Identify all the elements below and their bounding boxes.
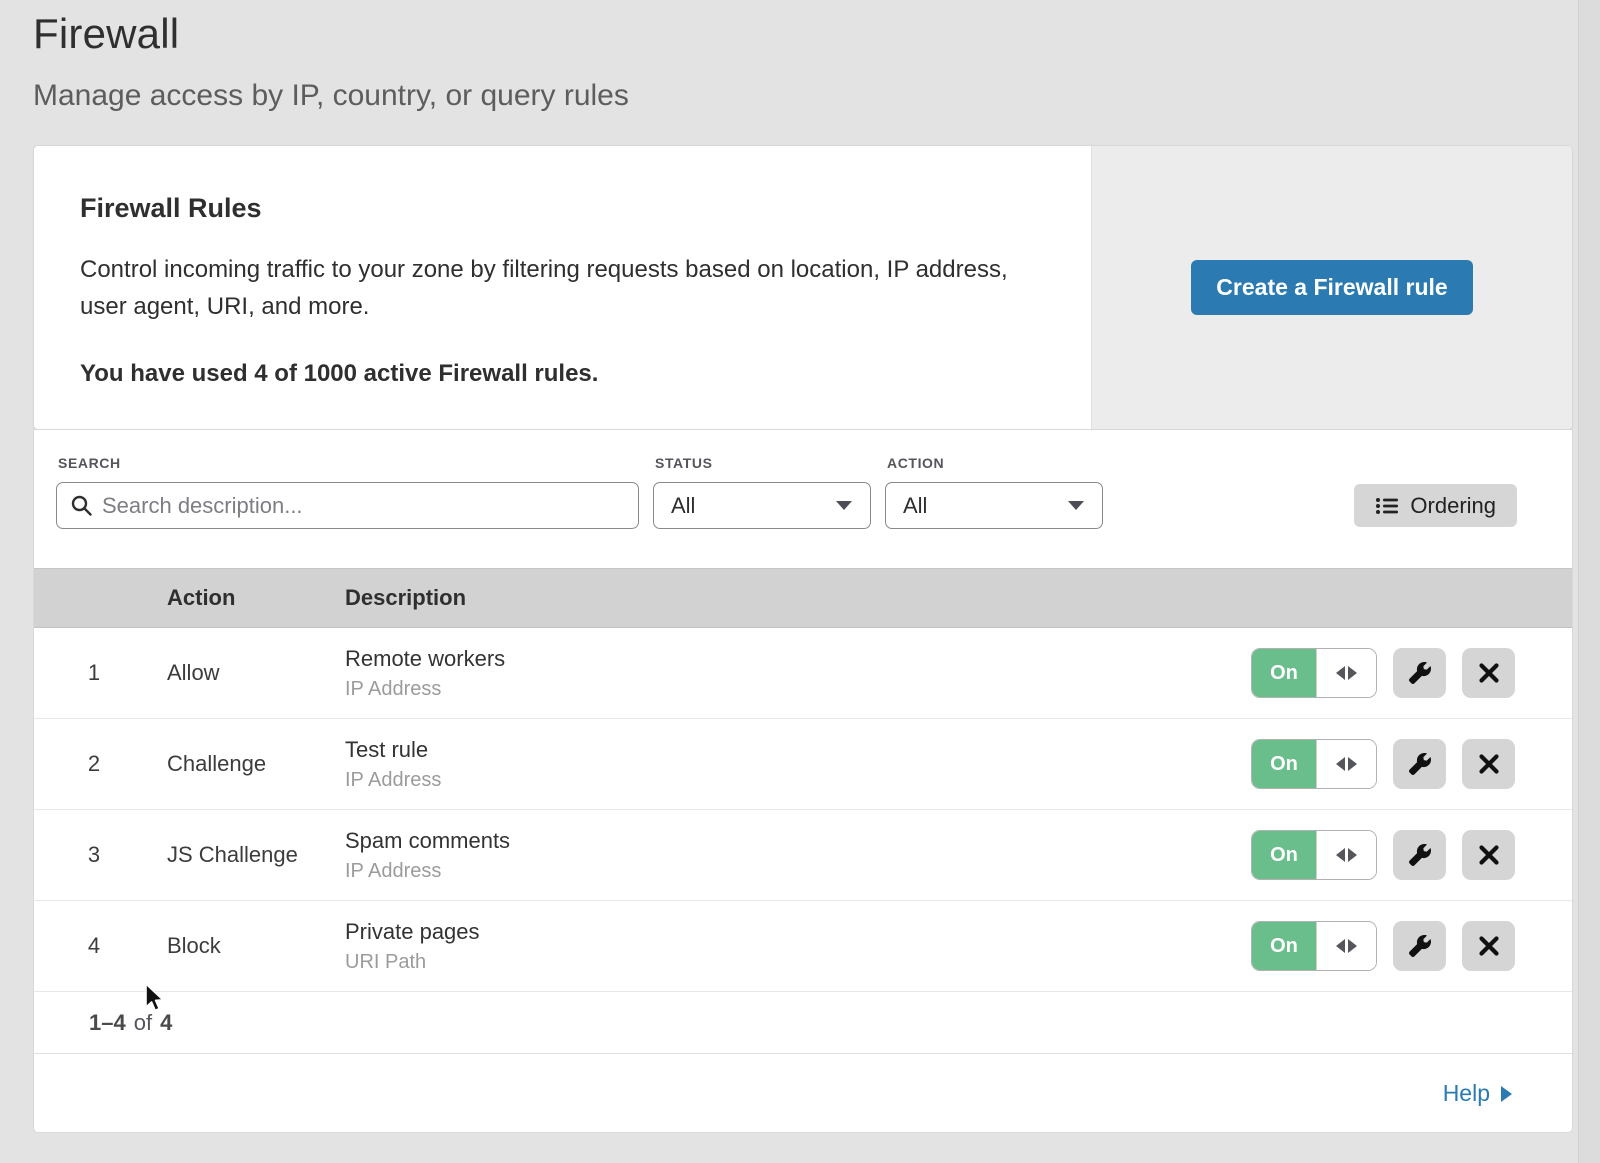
rule-action: JS Challenge (154, 842, 332, 868)
overview-text-panel: Firewall Rules Control incoming traffic … (34, 146, 1091, 429)
action-label: ACTION (887, 455, 1103, 471)
rule-description: Private pages (345, 919, 1251, 945)
ordering-button[interactable]: Ordering (1354, 484, 1517, 527)
page-header: Firewall Manage access by IP, country, o… (0, 0, 1600, 115)
rule-match-type: IP Address (345, 769, 1251, 792)
firewall-rules-list-card: SEARCH STATUS All (33, 429, 1573, 1133)
ordering-button-label: Ordering (1410, 493, 1496, 519)
rules-usage-text: You have used 4 of 1000 active Firewall … (80, 360, 1045, 388)
help-link-label: Help (1443, 1080, 1490, 1107)
rules-table-body: 1 Allow Remote workers IP Address On (34, 628, 1572, 992)
toggle-arrows-icon (1316, 831, 1376, 879)
delete-rule-button[interactable] (1462, 921, 1515, 971)
wrench-icon (1409, 753, 1431, 775)
list-ordering-icon (1375, 496, 1399, 516)
rule-priority: 2 (34, 751, 154, 777)
delete-rule-button[interactable] (1462, 648, 1515, 698)
search-icon (70, 494, 93, 522)
page-title: Firewall (33, 8, 1600, 60)
close-icon (1479, 663, 1499, 683)
rule-description-cell: Test rule IP Address (332, 737, 1251, 792)
action-column-header: Action (154, 585, 332, 611)
toggle-on-label: On (1252, 922, 1316, 970)
action-select[interactable]: All (885, 482, 1103, 529)
window-edge (1578, 0, 1600, 1163)
toggle-arrows-icon (1316, 649, 1376, 697)
search-filter-group: SEARCH (56, 455, 639, 529)
pagination-row: 1–4 of 4 (34, 992, 1572, 1054)
rule-description: Test rule (345, 737, 1251, 763)
action-selected-value: All (903, 493, 927, 519)
wrench-icon (1409, 935, 1431, 957)
action-filter-group: ACTION All (885, 455, 1103, 529)
overview-description: Control incoming traffic to your zone by… (80, 251, 1040, 325)
page-subtitle: Manage access by IP, country, or query r… (33, 77, 1600, 115)
edit-rule-button[interactable] (1393, 648, 1446, 698)
edit-rule-button[interactable] (1393, 830, 1446, 880)
toggle-on-label: On (1252, 649, 1316, 697)
close-icon (1479, 845, 1499, 865)
rule-match-type: IP Address (345, 860, 1251, 883)
rule-controls: On (1251, 648, 1515, 698)
rule-enabled-toggle[interactable]: On (1251, 739, 1377, 789)
rule-priority: 3 (34, 842, 154, 868)
toggle-on-label: On (1252, 740, 1316, 788)
rule-priority: 4 (34, 933, 154, 959)
rule-controls: On (1251, 921, 1515, 971)
table-row: 1 Allow Remote workers IP Address On (34, 628, 1572, 719)
chevron-down-icon (836, 501, 852, 510)
create-firewall-rule-button[interactable]: Create a Firewall rule (1191, 260, 1472, 315)
edit-rule-button[interactable] (1393, 921, 1446, 971)
wrench-icon (1409, 844, 1431, 866)
rule-action: Block (154, 933, 332, 959)
table-row: 2 Challenge Test rule IP Address On (34, 719, 1572, 810)
chevron-down-icon (1068, 501, 1084, 510)
pagination-range: 1–4 (89, 1010, 126, 1036)
wrench-icon (1409, 662, 1431, 684)
overview-action-panel: Create a Firewall rule (1091, 146, 1572, 429)
overview-heading: Firewall Rules (80, 193, 1045, 224)
rule-description: Remote workers (345, 646, 1251, 672)
rule-match-type: URI Path (345, 951, 1251, 974)
delete-rule-button[interactable] (1462, 830, 1515, 880)
rule-controls: On (1251, 830, 1515, 880)
firewall-page: Firewall Manage access by IP, country, o… (0, 0, 1600, 1163)
help-link[interactable]: Help (1443, 1080, 1512, 1107)
edit-rule-button[interactable] (1393, 739, 1446, 789)
pagination-of-text: of (134, 1010, 152, 1036)
close-icon (1479, 754, 1499, 774)
rule-priority: 1 (34, 660, 154, 686)
help-row: Help (34, 1054, 1572, 1132)
toggle-arrows-icon (1316, 740, 1376, 788)
rule-action: Challenge (154, 751, 332, 777)
toggle-arrows-icon (1316, 922, 1376, 970)
search-label: SEARCH (58, 455, 639, 471)
rule-description-cell: Spam comments IP Address (332, 828, 1251, 883)
rule-action: Allow (154, 660, 332, 686)
delete-rule-button[interactable] (1462, 739, 1515, 789)
rule-match-type: IP Address (345, 678, 1251, 701)
rule-enabled-toggle[interactable]: On (1251, 921, 1377, 971)
search-input[interactable] (56, 482, 639, 529)
rule-description: Spam comments (345, 828, 1251, 854)
status-filter-group: STATUS All (653, 455, 871, 529)
table-header: Action Description (34, 568, 1572, 628)
rule-enabled-toggle[interactable]: On (1251, 648, 1377, 698)
description-column-header: Description (332, 585, 1572, 611)
arrow-right-icon (1501, 1086, 1512, 1102)
close-icon (1479, 936, 1499, 956)
status-select[interactable]: All (653, 482, 871, 529)
toggle-on-label: On (1252, 831, 1316, 879)
rule-enabled-toggle[interactable]: On (1251, 830, 1377, 880)
status-label: STATUS (655, 455, 871, 471)
status-selected-value: All (671, 493, 695, 519)
rule-controls: On (1251, 739, 1515, 789)
table-row: 4 Block Private pages URI Path On (34, 901, 1572, 992)
table-row: 3 JS Challenge Spam comments IP Address … (34, 810, 1572, 901)
firewall-rules-overview-card: Firewall Rules Control incoming traffic … (33, 145, 1573, 430)
pagination-total: 4 (160, 1010, 172, 1036)
filters-bar: SEARCH STATUS All (34, 430, 1572, 568)
rule-description-cell: Private pages URI Path (332, 919, 1251, 974)
rule-description-cell: Remote workers IP Address (332, 646, 1251, 701)
